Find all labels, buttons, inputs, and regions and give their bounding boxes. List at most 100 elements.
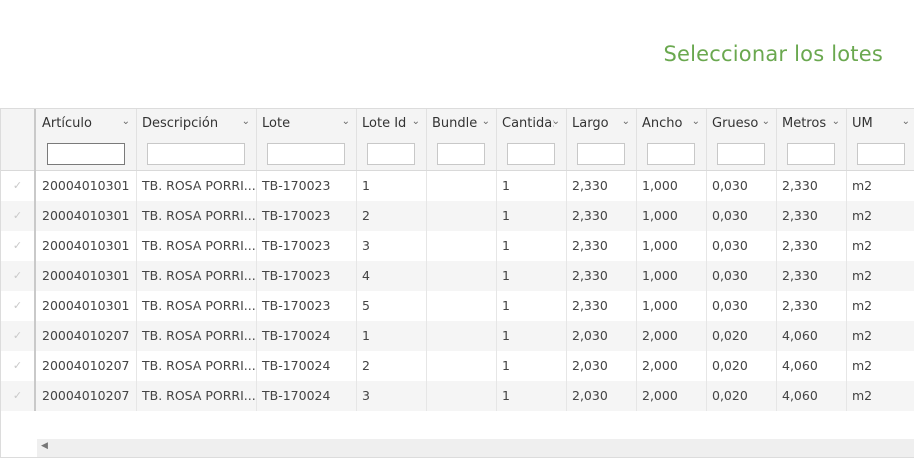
cell-largo: 2,030 <box>567 321 637 351</box>
checkmark-icon[interactable]: ✓ <box>1 171 36 201</box>
cell-grueso: 0,030 <box>707 201 777 231</box>
cell-metros: 2,330 <box>777 231 847 261</box>
cell-cantidad: 1 <box>497 321 567 351</box>
column-header-ancho[interactable]: Ancho ⌄ <box>637 109 707 170</box>
chevron-down-icon[interactable]: ⌄ <box>832 116 840 127</box>
filter-input-lote[interactable] <box>267 143 345 165</box>
column-label: Ancho <box>642 116 683 131</box>
cell-um: m2 <box>847 351 914 381</box>
cell-bundle <box>427 291 497 321</box>
cell-grueso: 0,020 <box>707 321 777 351</box>
cell-metros: 2,330 <box>777 261 847 291</box>
cell-descripcion: TB. ROSA PORRI... <box>137 291 257 321</box>
cell-lote: TB-170024 <box>257 381 357 411</box>
table-row[interactable]: ✓ 20004010207 TB. ROSA PORRI... TB-170024 1 1… <box>1 321 914 351</box>
cell-ancho: 2,000 <box>637 351 707 381</box>
cell-lote: TB-170023 <box>257 201 357 231</box>
cell-articulo: 20004010207 <box>37 321 137 351</box>
filter-input-cantidad[interactable] <box>507 143 555 165</box>
cell-articulo: 20004010301 <box>37 231 137 261</box>
column-header-largo[interactable]: Largo ⌄ <box>567 109 637 170</box>
cell-bundle <box>427 381 497 411</box>
checkmark-icon[interactable]: ✓ <box>1 351 36 381</box>
checkmark-icon[interactable]: ✓ <box>1 231 36 261</box>
table-row[interactable]: ✓ 20004010207 TB. ROSA PORRI... TB-170024 3 1… <box>1 381 914 411</box>
filter-input-articulo[interactable] <box>47 143 125 165</box>
cell-um: m2 <box>847 321 914 351</box>
cell-lote-id: 1 <box>357 321 427 351</box>
filter-input-um[interactable] <box>857 143 905 165</box>
chevron-down-icon[interactable]: ⌄ <box>762 116 770 127</box>
cell-bundle <box>427 261 497 291</box>
column-label: Grueso <box>712 116 759 131</box>
cell-cantidad: 1 <box>497 291 567 321</box>
filter-input-grueso[interactable] <box>717 143 765 165</box>
cell-lote-id: 1 <box>357 171 427 201</box>
cell-articulo: 20004010301 <box>37 261 137 291</box>
cell-metros: 4,060 <box>777 351 847 381</box>
chevron-down-icon[interactable]: ⌄ <box>242 116 250 127</box>
column-header-cantidad[interactable]: Cantida: ⌄ <box>497 109 567 170</box>
lots-grid: Artículo ⌄ Descripción ⌄ Lote ⌄ Lote Id ⌄ Bundle… <box>0 108 914 458</box>
checkmark-icon[interactable]: ✓ <box>1 291 36 321</box>
column-header-descripcion[interactable]: Descripción ⌄ <box>137 109 257 170</box>
checkmark-icon[interactable]: ✓ <box>1 261 36 291</box>
column-header-um[interactable]: UM ⌄ <box>847 109 914 170</box>
table-row[interactable]: ✓ 20004010301 TB. ROSA PORRI... TB-170023 5 1… <box>1 291 914 321</box>
checkmark-icon[interactable]: ✓ <box>1 201 36 231</box>
cell-cantidad: 1 <box>497 171 567 201</box>
cell-ancho: 2,000 <box>637 381 707 411</box>
column-header-metros[interactable]: Metros ⌄ <box>777 109 847 170</box>
chevron-down-icon[interactable]: ⌄ <box>552 116 560 127</box>
column-header-articulo[interactable]: Artículo ⌄ <box>37 109 137 170</box>
cell-bundle <box>427 351 497 381</box>
cell-lote-id: 3 <box>357 231 427 261</box>
column-header-grueso[interactable]: Grueso ⌄ <box>707 109 777 170</box>
checkmark-icon[interactable]: ✓ <box>1 321 36 351</box>
table-row[interactable]: ✓ 20004010207 TB. ROSA PORRI... TB-170024 2 1… <box>1 351 914 381</box>
checkmark-icon[interactable]: ✓ <box>1 381 36 411</box>
horizontal-scrollbar[interactable]: ◀ <box>37 439 914 457</box>
cell-lote-id: 2 <box>357 351 427 381</box>
table-row[interactable]: ✓ 20004010301 TB. ROSA PORRI... TB-170023 3 1… <box>1 231 914 261</box>
table-row[interactable]: ✓ 20004010301 TB. ROSA PORRI... TB-170023 2 1… <box>1 201 914 231</box>
scroll-left-arrow-icon[interactable]: ◀ <box>41 441 48 451</box>
filter-input-largo[interactable] <box>577 143 625 165</box>
cell-bundle <box>427 171 497 201</box>
cell-metros: 2,330 <box>777 171 847 201</box>
column-header-lote[interactable]: Lote ⌄ <box>257 109 357 170</box>
cell-articulo: 20004010207 <box>37 351 137 381</box>
filter-input-bundle[interactable] <box>437 143 485 165</box>
cell-lote-id: 3 <box>357 381 427 411</box>
filter-input-ancho[interactable] <box>647 143 695 165</box>
column-header-bundle[interactable]: Bundle ⌄ <box>427 109 497 170</box>
chevron-down-icon[interactable]: ⌄ <box>692 116 700 127</box>
cell-articulo: 20004010207 <box>37 381 137 411</box>
column-header-lote-id[interactable]: Lote Id ⌄ <box>357 109 427 170</box>
cell-largo: 2,030 <box>567 351 637 381</box>
cell-lote: TB-170023 <box>257 231 357 261</box>
cell-grueso: 0,020 <box>707 351 777 381</box>
chevron-down-icon[interactable]: ⌄ <box>622 116 630 127</box>
filter-input-lote-id[interactable] <box>367 143 415 165</box>
cell-cantidad: 1 <box>497 231 567 261</box>
column-label: Metros <box>782 116 827 131</box>
cell-metros: 4,060 <box>777 321 847 351</box>
cell-descripcion: TB. ROSA PORRI... <box>137 171 257 201</box>
filter-input-metros[interactable] <box>787 143 835 165</box>
chevron-down-icon[interactable]: ⌄ <box>122 116 130 127</box>
chevron-down-icon[interactable]: ⌄ <box>412 116 420 127</box>
chevron-down-icon[interactable]: ⌄ <box>482 116 490 127</box>
cell-descripcion: TB. ROSA PORRI... <box>137 321 257 351</box>
cell-um: m2 <box>847 261 914 291</box>
cell-bundle <box>427 231 497 261</box>
grid-header: Artículo ⌄ Descripción ⌄ Lote ⌄ Lote Id ⌄ Bundle… <box>1 109 914 171</box>
cell-descripcion: TB. ROSA PORRI... <box>137 351 257 381</box>
chevron-down-icon[interactable]: ⌄ <box>342 116 350 127</box>
table-row[interactable]: ✓ 20004010301 TB. ROSA PORRI... TB-170023 4 1… <box>1 261 914 291</box>
column-label: Descripción <box>142 116 219 131</box>
table-row[interactable]: ✓ 20004010301 TB. ROSA PORRI... TB-170023 1 1… <box>1 171 914 201</box>
filter-input-descripcion[interactable] <box>147 143 245 165</box>
cell-um: m2 <box>847 381 914 411</box>
chevron-down-icon[interactable]: ⌄ <box>902 116 910 127</box>
